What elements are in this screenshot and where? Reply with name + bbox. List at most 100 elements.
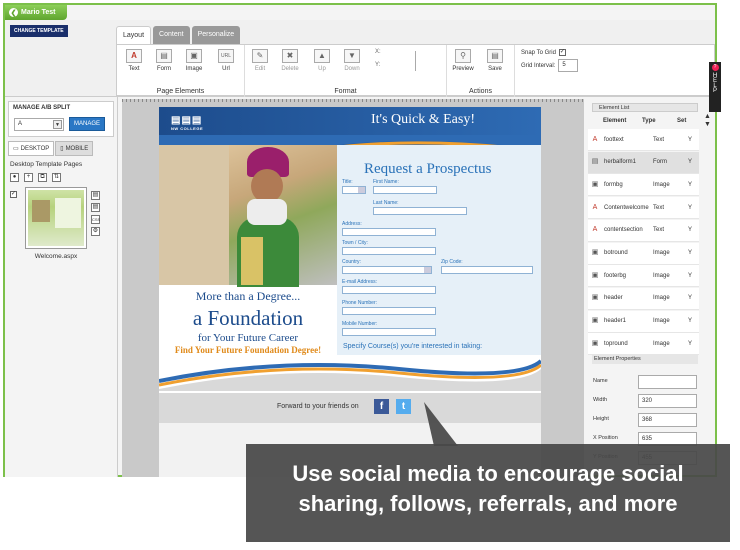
page-copy-icon[interactable]: ▤ xyxy=(91,203,100,212)
element-set: Y xyxy=(688,318,693,325)
address-input[interactable] xyxy=(342,228,436,236)
ribbon-tabs: Layout Content Personalize xyxy=(116,26,241,44)
mobile-label: Mobile Number: xyxy=(342,321,378,327)
page-actions: ● + ⧉ ⇅ xyxy=(10,173,61,182)
text-tool[interactable]: A Text xyxy=(121,49,147,72)
text-icon: A xyxy=(592,135,598,143)
save-icon: ▤ xyxy=(487,49,503,63)
element-row[interactable]: ▣ header1 Image Y xyxy=(588,310,699,333)
mobile-input[interactable] xyxy=(342,328,436,336)
actions-group: ⚲ Preview ▤ Save Actions xyxy=(447,45,515,97)
top-toolbar: CHANGE TEMPLATE Layout Content Personali… xyxy=(5,20,715,97)
element-name: topround xyxy=(604,340,628,347)
college-logo-text: NW COLLEGE xyxy=(171,126,204,131)
save-tool[interactable]: ▤ Save xyxy=(482,49,508,72)
window-tab[interactable]: ❮ Mario Test xyxy=(5,5,67,20)
scroll-down-icon[interactable]: ▼ xyxy=(704,121,711,128)
element-row[interactable]: Afoottext Text Y xyxy=(588,129,699,151)
back-arrow-icon[interactable]: ❮ xyxy=(9,8,18,17)
title-select[interactable] xyxy=(342,186,366,194)
element-row[interactable]: ▣ header Image Y xyxy=(588,287,699,310)
delete-icon: ✖ xyxy=(282,49,298,63)
image-tool[interactable]: ▣ Image xyxy=(181,49,207,72)
sort-icon[interactable]: ⇅ xyxy=(52,173,61,182)
grid-interval-input[interactable]: 5 xyxy=(558,59,579,72)
help-icon: ? xyxy=(711,64,719,71)
welcome-content[interactable]: More than a Degree... a Foundation for Y… xyxy=(159,289,337,355)
down-tool[interactable]: ▼ Down xyxy=(339,49,365,72)
element-set: Y xyxy=(688,295,693,302)
country-select[interactable] xyxy=(342,266,432,274)
manage-button[interactable]: MANAGE xyxy=(69,117,106,131)
new-page-icon[interactable]: + xyxy=(24,173,33,182)
page-name: Welcome.aspx xyxy=(34,253,78,260)
email-template[interactable]: ▤▤▤ NW COLLEGE It's Quick & Easy! Request… xyxy=(159,107,541,477)
tab-layout[interactable]: Layout xyxy=(116,26,152,44)
down-tool-label: Down xyxy=(344,66,360,72)
delete-tool[interactable]: ✖ Delete xyxy=(277,49,303,72)
zip-label: Zip Code: xyxy=(441,259,463,265)
change-template-button[interactable]: CHANGE TEMPLATE xyxy=(10,25,68,37)
list-scroll-arrows[interactable]: ▲ ▼ xyxy=(704,113,711,129)
pencil-icon: ✎ xyxy=(252,49,268,63)
align-icon[interactable] xyxy=(415,51,427,71)
element-row[interactable]: A Contentwelcome Text Y xyxy=(588,197,699,220)
town-input[interactable] xyxy=(342,247,436,255)
element-row[interactable]: ▣ topround Image Y xyxy=(588,333,699,356)
element-set: Y xyxy=(688,136,693,143)
first-name-input[interactable] xyxy=(373,186,437,194)
prospectus-form[interactable]: Request a Prospectus Title: First Name: … xyxy=(337,145,541,355)
headline-line3: for Your Future Career xyxy=(197,332,299,344)
element-row[interactable]: ▤ herbalform1 Form Y xyxy=(588,151,699,174)
tab-content[interactable]: Content xyxy=(153,26,190,44)
page-thumbnail[interactable] xyxy=(25,187,87,249)
copy-page-icon[interactable]: ⧉ xyxy=(38,173,47,182)
element-set: Y xyxy=(688,159,693,166)
phone-label: Phone Number: xyxy=(342,300,378,306)
page-elements-label: Page Elements xyxy=(156,88,205,95)
headline-line1: More than a Degree... xyxy=(195,289,301,303)
preview-tool[interactable]: ⚲ Preview xyxy=(450,49,476,72)
form-tool[interactable]: ▤ Form xyxy=(151,49,177,72)
element-type: Image xyxy=(653,272,670,279)
header-set: Set xyxy=(677,118,687,124)
design-canvas[interactable]: ▤▤▤ NW COLLEGE It's Quick & Easy! Request… xyxy=(122,99,584,477)
lock-icon[interactable]: ● xyxy=(10,173,19,182)
property-input[interactable]: 320 xyxy=(638,394,697,408)
property-input[interactable]: 368 xyxy=(638,413,697,427)
zip-input[interactable] xyxy=(441,266,533,274)
ab-split-select[interactable]: A ▼ xyxy=(14,118,64,131)
tab-desktop[interactable]: ▭ DESKTOP xyxy=(8,141,55,156)
page-checkbox[interactable]: ✓ xyxy=(10,191,17,198)
scroll-up-icon[interactable]: ▲ xyxy=(704,113,711,120)
property-input[interactable] xyxy=(638,375,697,389)
grid-interval-label: Grid Interval: xyxy=(521,62,556,69)
page-settings-icon[interactable]: ▤ xyxy=(91,191,100,200)
help-tab[interactable]: ? HELP xyxy=(709,62,721,112)
element-row[interactable]: ▣ footerbg Image Y xyxy=(588,265,699,288)
element-row[interactable]: ▣ formbg Image Y xyxy=(588,174,699,197)
up-tool[interactable]: ▲ Up xyxy=(309,49,335,72)
facebook-icon[interactable]: f xyxy=(374,399,389,414)
email-footer[interactable]: Forward to your friends on f t xyxy=(159,393,541,423)
snap-to-grid-checkbox[interactable]: ✓ xyxy=(558,49,566,56)
tab-mobile[interactable]: ▯ MOBILE xyxy=(55,141,94,156)
element-row[interactable]: ▣ botround Image Y xyxy=(588,242,699,265)
first-name-label: First Name: xyxy=(373,179,399,185)
element-set: Y xyxy=(688,272,693,279)
email-input[interactable] xyxy=(342,286,436,294)
student-photo[interactable] xyxy=(159,145,337,287)
callout-text: Use social media to encourage social sha… xyxy=(246,459,730,519)
gear-icon[interactable]: ⚙ xyxy=(91,227,100,236)
text-icon: A xyxy=(592,226,598,234)
help-label: HELP xyxy=(712,73,718,93)
edit-tool[interactable]: ✎ Edit xyxy=(247,49,273,72)
twitter-icon[interactable]: t xyxy=(396,399,411,414)
css-icon[interactable]: CSS xyxy=(91,215,100,224)
tab-personalize[interactable]: Personalize xyxy=(191,26,241,44)
element-name: Contentwelcome xyxy=(604,204,649,211)
last-name-input[interactable] xyxy=(373,207,467,215)
phone-input[interactable] xyxy=(342,307,436,315)
element-row[interactable]: Acontentsection Text Y xyxy=(588,219,699,242)
url-tool[interactable]: URL Url xyxy=(213,49,239,72)
